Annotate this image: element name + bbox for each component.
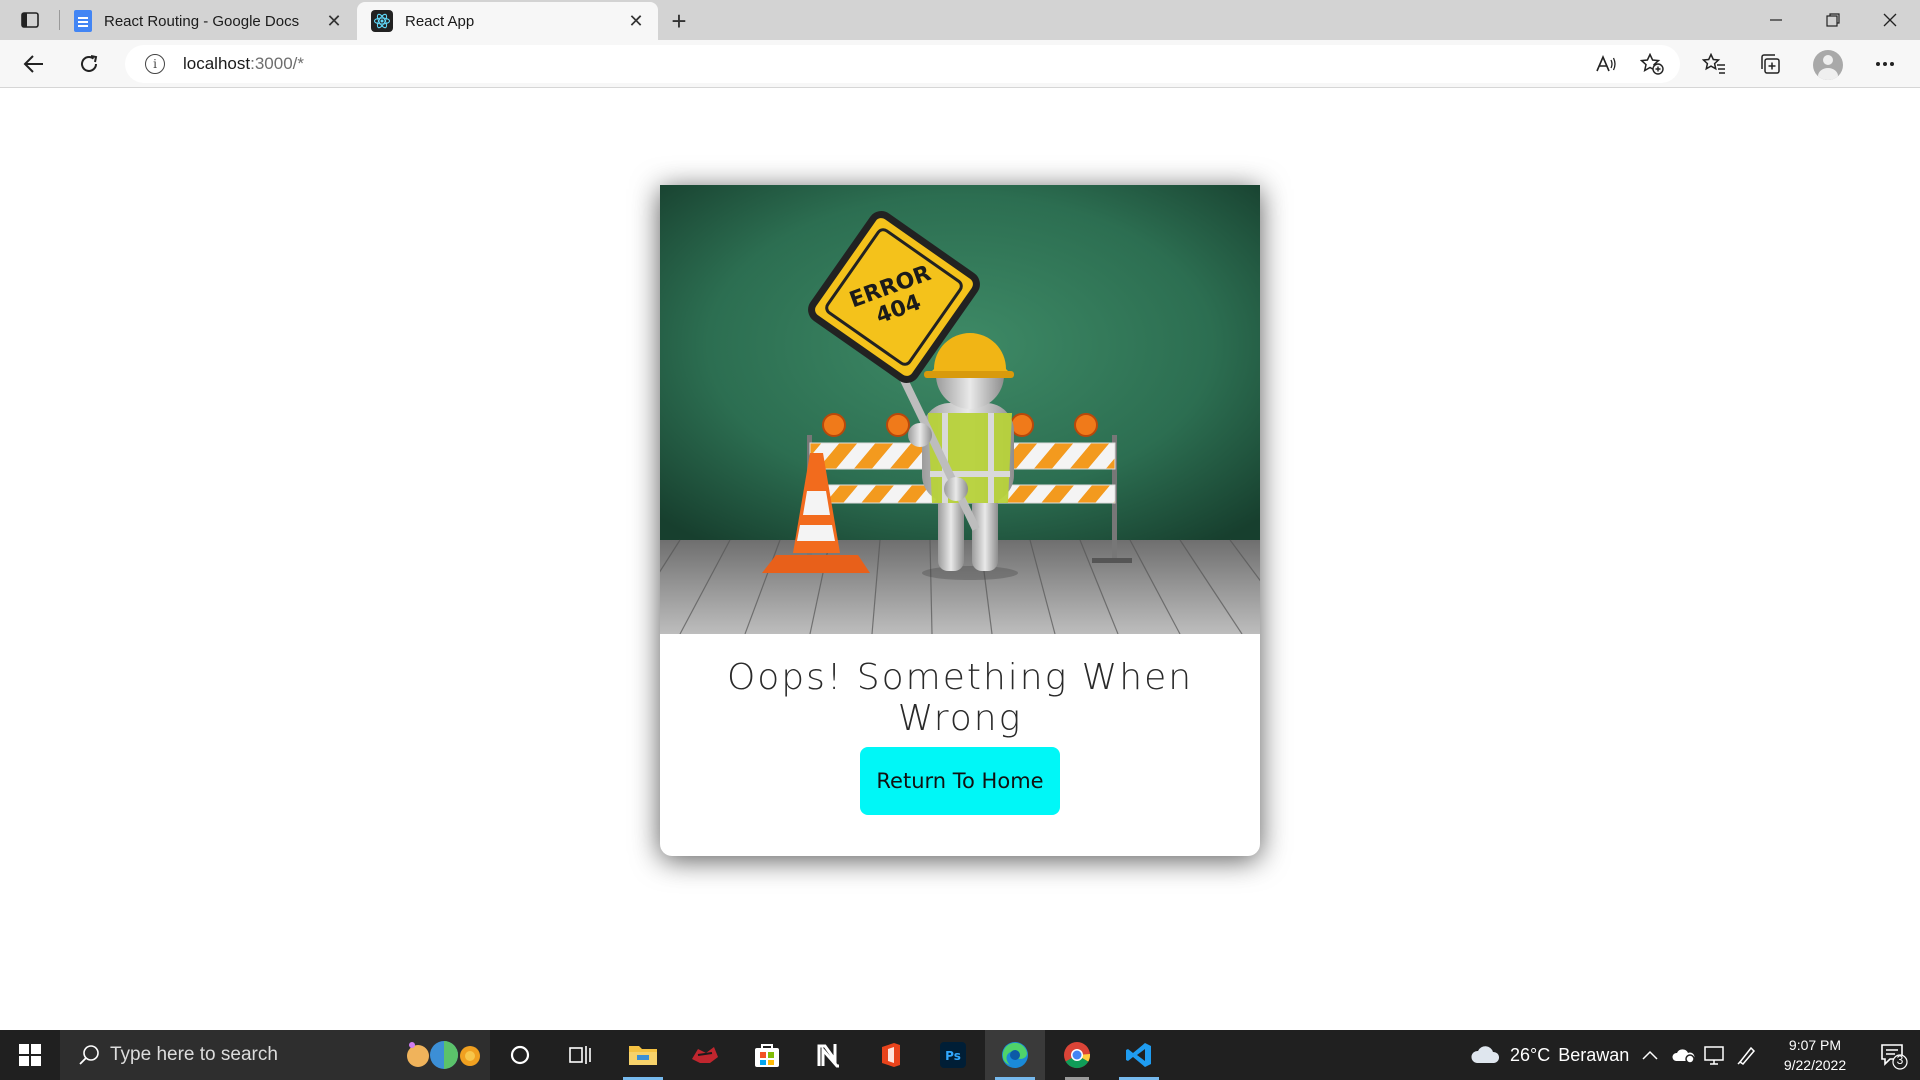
clock-date: 9/22/2022 bbox=[1783, 1057, 1847, 1073]
tab-react-app[interactable]: React App ✕ bbox=[357, 2, 658, 40]
return-home-button[interactable]: Return To Home bbox=[860, 747, 1060, 815]
url-text: localhost:3000/* bbox=[183, 54, 304, 74]
network-icon[interactable] bbox=[1703, 1030, 1725, 1080]
file-explorer-icon[interactable] bbox=[613, 1030, 673, 1080]
restore-button[interactable] bbox=[1805, 0, 1861, 40]
game-app-icon[interactable] bbox=[675, 1030, 735, 1080]
error-card: ERROR 404 Oops! Something When Wrong Ret… bbox=[660, 185, 1260, 856]
close-tab-icon[interactable]: ✕ bbox=[324, 11, 344, 31]
clock-time: 9:07 PM bbox=[1788, 1037, 1842, 1053]
vscode-icon[interactable] bbox=[1109, 1030, 1169, 1080]
tab-google-docs[interactable]: React Routing - Google Docs ✕ bbox=[60, 2, 356, 40]
taskbar-search[interactable]: Type here to search bbox=[60, 1030, 490, 1080]
collections-icon[interactable] bbox=[1753, 48, 1787, 80]
notion-icon[interactable] bbox=[799, 1030, 859, 1080]
edge-icon[interactable] bbox=[985, 1030, 1045, 1080]
favorites-icon[interactable] bbox=[1697, 48, 1731, 80]
more-icon[interactable] bbox=[1868, 48, 1902, 80]
cloud-icon bbox=[1471, 1046, 1500, 1063]
taskbar: Type here to search Ps 26°C Berawan 9:07… bbox=[0, 1030, 1920, 1080]
navigation-bar: i localhost:3000/* bbox=[0, 40, 1920, 88]
google-docs-icon bbox=[74, 10, 92, 32]
tab-title: React App bbox=[405, 12, 475, 30]
close-window-button[interactable] bbox=[1862, 0, 1918, 40]
refresh-icon[interactable] bbox=[72, 48, 106, 80]
tab-actions-icon[interactable] bbox=[10, 5, 50, 35]
cortana-icon[interactable] bbox=[490, 1030, 550, 1080]
error-headline: Oops! Something When Wrong bbox=[726, 657, 1194, 739]
minimize-button[interactable] bbox=[1748, 0, 1804, 40]
profile-icon[interactable] bbox=[1813, 50, 1843, 80]
chrome-icon[interactable] bbox=[1047, 1030, 1107, 1080]
read-aloud-icon[interactable] bbox=[1589, 48, 1623, 80]
notification-count: 3 bbox=[1896, 1053, 1904, 1067]
close-tab-icon[interactable]: ✕ bbox=[626, 11, 646, 31]
weather-condition: Berawan bbox=[1558, 1044, 1630, 1065]
new-tab-button[interactable]: + bbox=[664, 6, 694, 36]
url-host: localhost bbox=[183, 54, 251, 73]
search-placeholder: Type here to search bbox=[110, 1044, 278, 1065]
tab-title: React Routing - Google Docs bbox=[104, 12, 300, 30]
search-icon bbox=[74, 1044, 104, 1066]
svg-text:Ps: Ps bbox=[945, 1049, 961, 1063]
pen-workspace-icon[interactable] bbox=[1736, 1030, 1758, 1080]
onedrive-icon[interactable] bbox=[1672, 1030, 1696, 1080]
tab-strip: React Routing - Google Docs ✕ React App … bbox=[0, 0, 1920, 40]
address-bar[interactable]: i localhost:3000/* bbox=[125, 45, 1680, 83]
weather-widget[interactable]: 26°C Berawan bbox=[1470, 1030, 1629, 1080]
notification-center-icon[interactable]: 3 bbox=[1865, 1030, 1920, 1080]
react-icon bbox=[371, 10, 393, 32]
page-viewport: ERROR 404 Oops! Something When Wrong Ret… bbox=[0, 89, 1920, 1030]
weather-temp: 26°C bbox=[1510, 1044, 1551, 1065]
url-path: :3000/* bbox=[250, 54, 304, 73]
search-highlight-icon bbox=[407, 1041, 480, 1069]
show-hidden-icons[interactable] bbox=[1642, 1030, 1658, 1080]
system-clock[interactable]: 9:07 PM 9/22/2022 bbox=[1765, 1035, 1865, 1075]
microsoft-store-icon[interactable] bbox=[737, 1030, 797, 1080]
office-icon[interactable] bbox=[861, 1030, 921, 1080]
photoshop-icon[interactable]: Ps bbox=[923, 1030, 983, 1080]
info-icon[interactable]: i bbox=[145, 54, 165, 74]
add-favorite-icon[interactable] bbox=[1635, 48, 1669, 80]
task-view-icon[interactable] bbox=[550, 1030, 610, 1080]
error-404-illustration: ERROR 404 bbox=[660, 185, 1260, 634]
windows-start-icon[interactable] bbox=[0, 1030, 60, 1080]
back-icon[interactable] bbox=[17, 48, 51, 80]
